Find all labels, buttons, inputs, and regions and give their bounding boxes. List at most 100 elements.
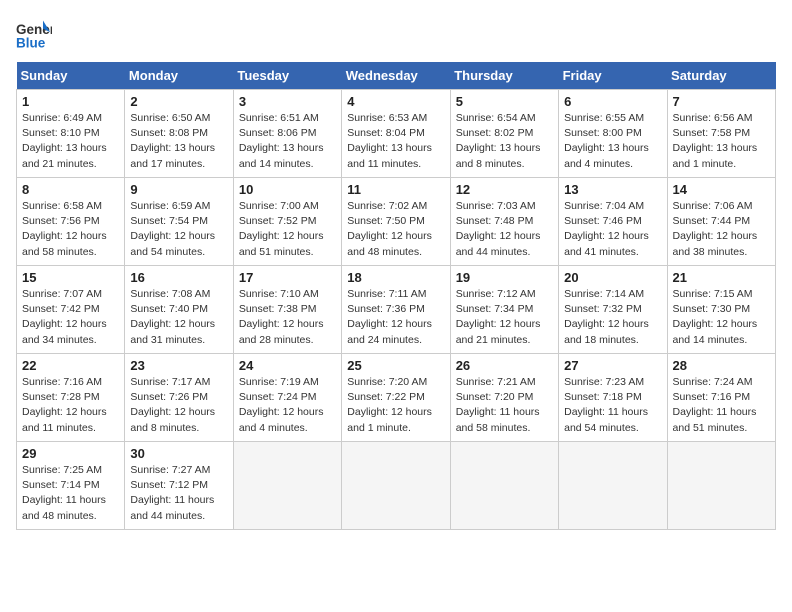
day-detail: Sunrise: 6:49 AMSunset: 8:10 PMDaylight:… — [22, 111, 119, 172]
col-header-friday: Friday — [559, 62, 667, 90]
calendar-cell: 2 Sunrise: 6:50 AMSunset: 8:08 PMDaylight… — [125, 90, 233, 178]
col-header-wednesday: Wednesday — [342, 62, 450, 90]
calendar-cell: 7 Sunrise: 6:56 AMSunset: 7:58 PMDaylight… — [667, 90, 775, 178]
day-detail: Sunrise: 7:25 AMSunset: 7:14 PMDaylight:… — [22, 463, 119, 524]
svg-text:Blue: Blue — [16, 36, 46, 51]
calendar-cell: 19 Sunrise: 7:12 AMSunset: 7:34 PMDayligh… — [450, 266, 558, 354]
day-number: 21 — [673, 270, 770, 285]
calendar-table: SundayMondayTuesdayWednesdayThursdayFrid… — [16, 62, 776, 530]
calendar-cell: 23 Sunrise: 7:17 AMSunset: 7:26 PMDayligh… — [125, 354, 233, 442]
calendar-cell: 5 Sunrise: 6:54 AMSunset: 8:02 PMDaylight… — [450, 90, 558, 178]
day-number: 3 — [239, 94, 336, 109]
day-number: 2 — [130, 94, 227, 109]
day-number: 24 — [239, 358, 336, 373]
day-detail: Sunrise: 7:27 AMSunset: 7:12 PMDaylight:… — [130, 463, 227, 524]
logo-icon: General Blue — [16, 16, 52, 52]
day-number: 19 — [456, 270, 553, 285]
calendar-cell: 11 Sunrise: 7:02 AMSunset: 7:50 PMDayligh… — [342, 178, 450, 266]
calendar-cell: 6 Sunrise: 6:55 AMSunset: 8:00 PMDaylight… — [559, 90, 667, 178]
day-detail: Sunrise: 7:12 AMSunset: 7:34 PMDaylight:… — [456, 287, 553, 348]
day-detail: Sunrise: 7:02 AMSunset: 7:50 PMDaylight:… — [347, 199, 444, 260]
calendar-cell: 17 Sunrise: 7:10 AMSunset: 7:38 PMDayligh… — [233, 266, 341, 354]
col-header-tuesday: Tuesday — [233, 62, 341, 90]
day-number: 9 — [130, 182, 227, 197]
day-number: 18 — [347, 270, 444, 285]
calendar-cell: 15 Sunrise: 7:07 AMSunset: 7:42 PMDayligh… — [17, 266, 125, 354]
day-number: 4 — [347, 94, 444, 109]
calendar-cell: 3 Sunrise: 6:51 AMSunset: 8:06 PMDaylight… — [233, 90, 341, 178]
calendar-cell — [233, 442, 341, 530]
calendar-cell: 12Sunrise: 7:03 AMSunset: 7:48 PMDayligh… — [450, 178, 558, 266]
calendar-cell: 20 Sunrise: 7:14 AMSunset: 7:32 PMDayligh… — [559, 266, 667, 354]
calendar-cell: 28Sunrise: 7:24 AMSunset: 7:16 PMDayligh… — [667, 354, 775, 442]
calendar-cell: 30 Sunrise: 7:27 AMSunset: 7:12 PMDayligh… — [125, 442, 233, 530]
day-detail: Sunrise: 6:51 AMSunset: 8:06 PMDaylight:… — [239, 111, 336, 172]
col-header-sunday: Sunday — [17, 62, 125, 90]
day-number: 5 — [456, 94, 553, 109]
day-detail: Sunrise: 7:23 AMSunset: 7:18 PMDaylight:… — [564, 375, 661, 436]
day-detail: Sunrise: 7:06 AMSunset: 7:44 PMDaylight:… — [673, 199, 770, 260]
day-detail: Sunrise: 7:07 AMSunset: 7:42 PMDaylight:… — [22, 287, 119, 348]
day-number: 12 — [456, 182, 553, 197]
day-detail: Sunrise: 7:19 AMSunset: 7:24 PMDaylight:… — [239, 375, 336, 436]
calendar-cell: 14 Sunrise: 7:06 AMSunset: 7:44 PMDayligh… — [667, 178, 775, 266]
day-detail: Sunrise: 7:00 AMSunset: 7:52 PMDaylight:… — [239, 199, 336, 260]
calendar-cell: 29 Sunrise: 7:25 AMSunset: 7:14 PMDayligh… — [17, 442, 125, 530]
day-number: 29 — [22, 446, 119, 461]
day-detail: Sunrise: 6:59 AMSunset: 7:54 PMDaylight:… — [130, 199, 227, 260]
calendar-cell: 10 Sunrise: 7:00 AMSunset: 7:52 PMDayligh… — [233, 178, 341, 266]
calendar-cell: 25 Sunrise: 7:20 AMSunset: 7:22 PMDayligh… — [342, 354, 450, 442]
calendar-cell: 9 Sunrise: 6:59 AMSunset: 7:54 PMDaylight… — [125, 178, 233, 266]
day-number: 26 — [456, 358, 553, 373]
day-number: 10 — [239, 182, 336, 197]
calendar-cell: 13 Sunrise: 7:04 AMSunset: 7:46 PMDayligh… — [559, 178, 667, 266]
day-detail: Sunrise: 7:08 AMSunset: 7:40 PMDaylight:… — [130, 287, 227, 348]
page-header: General Blue — [16, 16, 776, 52]
calendar-cell: 1 Sunrise: 6:49 AMSunset: 8:10 PMDaylight… — [17, 90, 125, 178]
day-detail: Sunrise: 7:20 AMSunset: 7:22 PMDaylight:… — [347, 375, 444, 436]
day-number: 28 — [673, 358, 770, 373]
day-number: 30 — [130, 446, 227, 461]
day-number: 25 — [347, 358, 444, 373]
calendar-cell: 18Sunrise: 7:11 AMSunset: 7:36 PMDayligh… — [342, 266, 450, 354]
day-number: 22 — [22, 358, 119, 373]
day-number: 15 — [22, 270, 119, 285]
col-header-monday: Monday — [125, 62, 233, 90]
day-number: 17 — [239, 270, 336, 285]
day-detail: Sunrise: 6:54 AMSunset: 8:02 PMDaylight:… — [456, 111, 553, 172]
day-number: 16 — [130, 270, 227, 285]
day-detail: Sunrise: 6:56 AMSunset: 7:58 PMDaylight:… — [673, 111, 770, 172]
day-detail: Sunrise: 7:16 AMSunset: 7:28 PMDaylight:… — [22, 375, 119, 436]
calendar-cell: 21 Sunrise: 7:15 AMSunset: 7:30 PMDayligh… — [667, 266, 775, 354]
calendar-cell: 27 Sunrise: 7:23 AMSunset: 7:18 PMDayligh… — [559, 354, 667, 442]
day-detail: Sunrise: 7:21 AMSunset: 7:20 PMDaylight:… — [456, 375, 553, 436]
calendar-cell — [342, 442, 450, 530]
day-number: 11 — [347, 182, 444, 197]
calendar-cell: 8 Sunrise: 6:58 AMSunset: 7:56 PMDaylight… — [17, 178, 125, 266]
calendar-cell — [559, 442, 667, 530]
day-detail: Sunrise: 7:15 AMSunset: 7:30 PMDaylight:… — [673, 287, 770, 348]
day-number: 1 — [22, 94, 119, 109]
day-detail: Sunrise: 6:55 AMSunset: 8:00 PMDaylight:… — [564, 111, 661, 172]
day-number: 20 — [564, 270, 661, 285]
day-detail: Sunrise: 6:58 AMSunset: 7:56 PMDaylight:… — [22, 199, 119, 260]
day-number: 23 — [130, 358, 227, 373]
calendar-cell — [450, 442, 558, 530]
day-detail: Sunrise: 6:50 AMSunset: 8:08 PMDaylight:… — [130, 111, 227, 172]
logo: General Blue — [16, 16, 54, 52]
day-detail: Sunrise: 6:53 AMSunset: 8:04 PMDaylight:… — [347, 111, 444, 172]
calendar-cell: 26 Sunrise: 7:21 AMSunset: 7:20 PMDayligh… — [450, 354, 558, 442]
day-number: 7 — [673, 94, 770, 109]
day-detail: Sunrise: 7:10 AMSunset: 7:38 PMDaylight:… — [239, 287, 336, 348]
day-number: 6 — [564, 94, 661, 109]
day-number: 8 — [22, 182, 119, 197]
day-detail: Sunrise: 7:17 AMSunset: 7:26 PMDaylight:… — [130, 375, 227, 436]
calendar-cell: 24 Sunrise: 7:19 AMSunset: 7:24 PMDayligh… — [233, 354, 341, 442]
day-detail: Sunrise: 7:04 AMSunset: 7:46 PMDaylight:… — [564, 199, 661, 260]
day-number: 27 — [564, 358, 661, 373]
day-number: 14 — [673, 182, 770, 197]
calendar-cell — [667, 442, 775, 530]
day-number: 13 — [564, 182, 661, 197]
calendar-cell: 16 Sunrise: 7:08 AMSunset: 7:40 PMDayligh… — [125, 266, 233, 354]
day-detail: Sunrise: 7:14 AMSunset: 7:32 PMDaylight:… — [564, 287, 661, 348]
